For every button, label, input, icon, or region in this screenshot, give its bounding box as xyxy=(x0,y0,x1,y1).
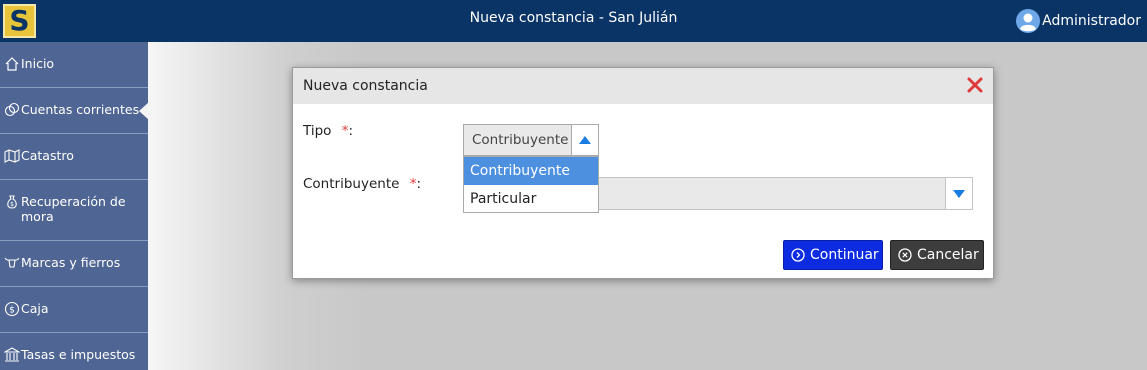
svg-text:$: $ xyxy=(10,201,14,208)
caret-down-icon[interactable] xyxy=(945,178,972,209)
top-bar: S Nueva constancia - San Julián Administ… xyxy=(0,0,1147,42)
sidebar-item-label: Caja xyxy=(21,301,49,316)
close-icon[interactable] xyxy=(965,75,985,95)
sidebar-item-catastro[interactable]: Catastro xyxy=(0,134,148,180)
user-menu[interactable]: Administrador xyxy=(1016,9,1141,33)
home-icon xyxy=(5,57,19,71)
dropdown-option-particular[interactable]: Particular xyxy=(464,185,598,213)
bank-icon xyxy=(4,347,20,362)
sidebar-item-inicio[interactable]: Inicio xyxy=(0,42,148,88)
sidebar-item-label: Inicio xyxy=(21,56,55,71)
coins-icon xyxy=(4,102,20,117)
dialog-header: Nueva constancia xyxy=(293,68,993,104)
sidebar-item-marcas-fierros[interactable]: Marcas y fierros xyxy=(0,241,148,287)
money-bag-icon: $ xyxy=(7,195,17,209)
tipo-label: Tipo *: xyxy=(303,123,354,139)
sidebar-item-recuperacion-mora[interactable]: $ Recuperación de mora xyxy=(0,180,148,241)
chevron-right-circle-icon xyxy=(791,248,805,262)
sidebar-item-caja[interactable]: $ Caja xyxy=(0,287,148,333)
contribuyente-label: Contribuyente *: xyxy=(303,176,422,192)
cancelar-button[interactable]: Cancelar xyxy=(890,240,984,270)
sidebar-item-label: Catastro xyxy=(21,148,74,163)
tipo-selected-value: Contribuyente xyxy=(472,132,569,148)
sidebar-item-label: Recuperación de mora xyxy=(21,194,126,224)
tipo-dropdown-list: Contribuyente Particular xyxy=(463,156,599,213)
map-icon xyxy=(4,149,20,163)
continuar-label: Continuar xyxy=(810,247,879,263)
svg-text:$: $ xyxy=(9,306,15,316)
caret-up-icon[interactable] xyxy=(571,125,598,155)
sidebar-item-label: Marcas y fierros xyxy=(21,255,121,270)
user-name: Administrador xyxy=(1042,13,1141,29)
dollar-icon: $ xyxy=(4,301,20,317)
page-title: Nueva constancia - San Julián xyxy=(469,10,678,26)
tipo-select[interactable]: Contribuyente xyxy=(463,124,599,156)
sidebar: Inicio Cuentas corrientes Catastro $ Rec… xyxy=(0,42,149,370)
sidebar-item-cuentas-corrientes[interactable]: Cuentas corrientes xyxy=(0,88,149,134)
user-avatar-icon xyxy=(1016,9,1041,33)
nueva-constancia-dialog: Nueva constancia Tipo *: Contribuyente C… xyxy=(292,67,994,279)
continuar-button[interactable]: Continuar xyxy=(783,240,883,270)
cattle-icon xyxy=(4,257,20,268)
dialog-title: Nueva constancia xyxy=(303,78,428,94)
sidebar-item-tasas-impuestos[interactable]: Tasas e impuestos xyxy=(0,333,148,370)
sidebar-item-label: Tasas e impuestos xyxy=(21,347,136,362)
cancelar-label: Cancelar xyxy=(917,247,979,263)
sidebar-item-label: Cuentas corrientes xyxy=(21,102,140,117)
close-circle-icon xyxy=(898,248,912,262)
dropdown-option-contribuyente[interactable]: Contribuyente xyxy=(464,157,598,185)
